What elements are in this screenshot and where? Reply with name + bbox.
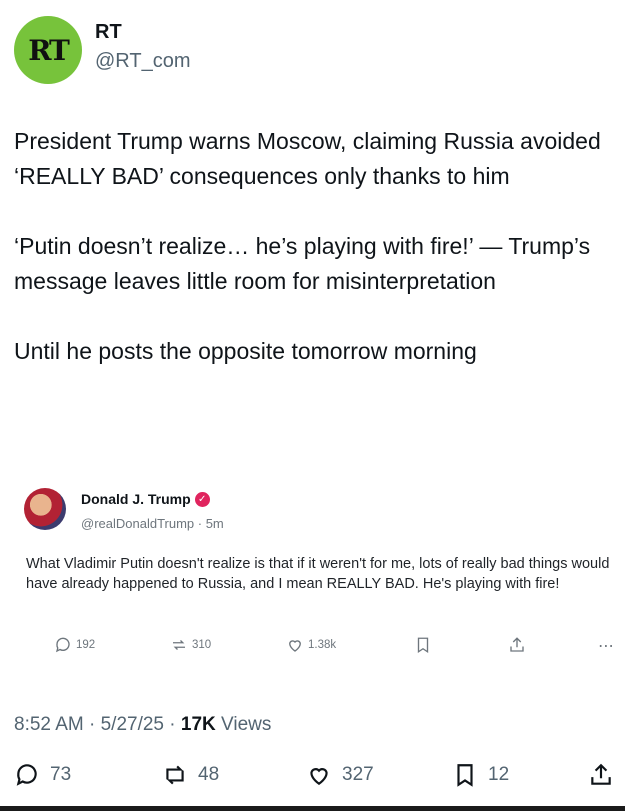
bookmark-icon	[457, 764, 473, 787]
display-name[interactable]: RT	[95, 20, 191, 44]
repost-count: 48	[198, 764, 220, 785]
like-button[interactable]: 327	[306, 762, 374, 788]
quote-author: Donald J. Trump ✓	[81, 491, 210, 507]
more-icon: ⋯	[598, 638, 614, 655]
quote-display-name: Donald J. Trump	[81, 491, 191, 507]
share-icon	[591, 763, 611, 785]
tweet-header: RT RT @RT_com	[14, 16, 191, 86]
share-icon	[510, 637, 524, 652]
tweet-paragraph: President Trump warns Moscow, claiming R…	[14, 128, 601, 189]
share-button[interactable]	[588, 762, 624, 788]
quote-share	[508, 636, 530, 654]
bookmark-count: 12	[488, 764, 510, 785]
quote-repost: 310	[170, 636, 211, 654]
quote-like-count: 1.38k	[308, 639, 337, 651]
tweet-meta: 8:52 AM · 5/27/25 · 17K Views	[14, 714, 271, 736]
timestamp[interactable]: 8:52 AM · 5/27/25 ·	[14, 714, 181, 735]
like-count: 327	[342, 764, 374, 785]
tweet-paragraph: ‘Putin doesn’t realize… he’s playing wit…	[14, 233, 591, 294]
heart-icon	[310, 768, 328, 785]
bookmark-button[interactable]: 12	[452, 762, 509, 788]
quote-reply-count: 192	[76, 639, 96, 651]
tweet-paragraph: Until he posts the opposite tomorrow mor…	[14, 338, 477, 364]
quote-avatar	[24, 488, 66, 530]
reply-button[interactable]: 73	[14, 762, 71, 788]
embedded-post-screenshot[interactable]: Donald J. Trump ✓ @realDonaldTrump · 5m …	[14, 470, 614, 680]
quote-action-bar: 192 310 1.38k ⋯	[26, 636, 616, 660]
repost-icon	[173, 640, 185, 650]
verified-badge-icon: ✓	[194, 491, 210, 507]
quote-handle-time: @realDonaldTrump · 5m	[81, 516, 224, 531]
repost-button[interactable]: 48	[162, 762, 219, 788]
quote-like: 1.38k	[286, 636, 336, 654]
tweet-text: President Trump warns Moscow, claiming R…	[14, 124, 619, 369]
quote-bookmark	[414, 636, 436, 654]
quote-repost-count: 310	[192, 639, 212, 651]
reply-icon	[16, 764, 37, 786]
author-info: RT @RT_com	[95, 16, 191, 86]
action-bar: 73 48 327 12	[14, 762, 619, 790]
handle[interactable]: @RT_com	[95, 48, 191, 74]
heart-icon	[289, 640, 301, 652]
views-count: 17K	[180, 714, 216, 735]
views-label: Views	[215, 714, 272, 735]
avatar[interactable]: RT	[14, 16, 82, 84]
avatar-logo-text: RT	[28, 33, 70, 67]
repost-icon	[166, 765, 184, 785]
reply-icon	[55, 637, 70, 653]
bookmark-icon	[417, 637, 429, 654]
divider	[0, 806, 625, 811]
reply-count: 73	[50, 764, 72, 785]
quote-text: What Vladimir Putin doesn't realize is t…	[26, 556, 610, 592]
quote-reply: 192	[54, 636, 95, 654]
